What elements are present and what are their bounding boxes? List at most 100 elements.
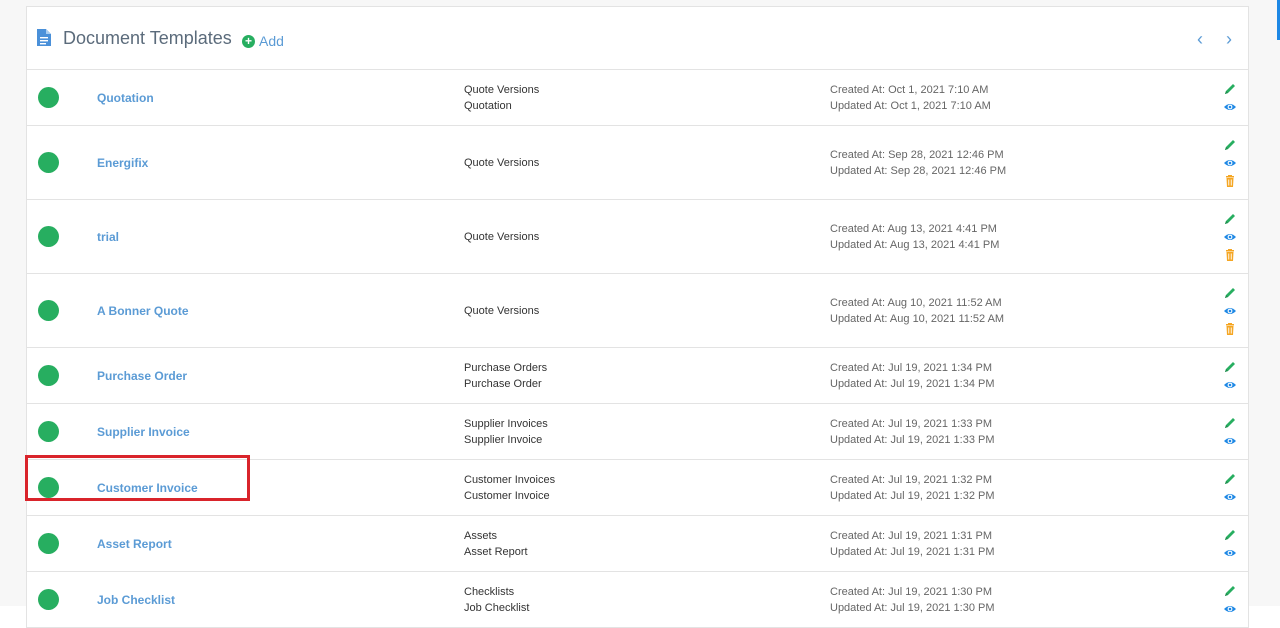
eye-icon[interactable] bbox=[1223, 434, 1237, 448]
template-dates: Created At: Oct 1, 2021 7:10 AM Updated A… bbox=[830, 82, 991, 114]
eye-icon[interactable] bbox=[1223, 304, 1237, 318]
updated-at-text: Updated At: Jul 19, 2021 1:30 PM bbox=[830, 602, 995, 614]
row-actions bbox=[1223, 360, 1237, 396]
template-dates: Created At: Jul 19, 2021 1:33 PM Updated … bbox=[830, 416, 995, 448]
updated-at-text: Updated At: Aug 10, 2021 11:52 AM bbox=[830, 313, 1005, 325]
template-dates: Created At: Jul 19, 2021 1:30 PM Updated … bbox=[830, 584, 995, 616]
row-actions bbox=[1223, 82, 1237, 118]
template-dates: Created At: Jul 19, 2021 1:31 PM Updated … bbox=[830, 528, 995, 560]
eye-icon[interactable] bbox=[1223, 490, 1237, 504]
row-actions bbox=[1223, 212, 1237, 266]
created-at-text: Created At: Jul 19, 2021 1:30 PM bbox=[830, 586, 993, 598]
add-template-button[interactable]: + Add bbox=[242, 33, 284, 49]
template-row: Job Checklist Checklists Job Checklist Crea… bbox=[27, 572, 1248, 628]
status-indicator bbox=[38, 87, 59, 108]
status-indicator bbox=[38, 152, 59, 173]
created-at-text: Created At: Sep 28, 2021 12:46 PM bbox=[830, 149, 1004, 161]
eye-icon[interactable] bbox=[1223, 378, 1237, 392]
module-label: Quote Versions bbox=[464, 231, 540, 243]
pencil-icon[interactable] bbox=[1223, 360, 1237, 374]
page-title: Document Templates bbox=[63, 28, 232, 48]
template-row: A Bonner Quote Quote Versions Created At: … bbox=[27, 274, 1248, 348]
status-indicator bbox=[38, 533, 59, 554]
module-label: Assets bbox=[464, 530, 498, 542]
template-name-link[interactable]: Job Checklist bbox=[97, 593, 175, 607]
row-actions bbox=[1223, 528, 1237, 564]
pencil-icon[interactable] bbox=[1223, 584, 1237, 598]
status-indicator bbox=[38, 226, 59, 247]
updated-at-text: Updated At: Jul 19, 2021 1:33 PM bbox=[830, 434, 995, 446]
pencil-icon[interactable] bbox=[1223, 212, 1237, 226]
updated-at-text: Updated At: Jul 19, 2021 1:32 PM bbox=[830, 490, 995, 502]
row-actions bbox=[1223, 286, 1237, 340]
template-modules: Quote Versions bbox=[464, 303, 539, 319]
module-label: Supplier Invoice bbox=[464, 434, 543, 446]
pencil-icon[interactable] bbox=[1223, 138, 1237, 152]
template-name-link[interactable]: trial bbox=[97, 230, 119, 244]
status-indicator bbox=[38, 421, 59, 442]
trash-icon[interactable] bbox=[1223, 248, 1237, 262]
module-label: Customer Invoice bbox=[464, 490, 550, 502]
template-modules: Assets Asset Report bbox=[464, 528, 528, 560]
eye-icon[interactable] bbox=[1223, 546, 1237, 560]
trash-icon[interactable] bbox=[1223, 322, 1237, 336]
status-indicator bbox=[38, 365, 59, 386]
template-dates: Created At: Jul 19, 2021 1:32 PM Updated … bbox=[830, 472, 995, 504]
trash-icon[interactable] bbox=[1223, 174, 1237, 188]
template-row: Supplier Invoice Supplier Invoices Supplie… bbox=[27, 404, 1248, 460]
template-dates: Created At: Aug 10, 2021 11:52 AM Updated… bbox=[830, 295, 1004, 327]
eye-icon[interactable] bbox=[1223, 100, 1237, 114]
document-templates-panel: Document Templates + Add ‹ › Quotation Qu… bbox=[26, 6, 1249, 628]
template-modules: Customer Invoices Customer Invoice bbox=[464, 472, 555, 504]
module-label: Job Checklist bbox=[464, 602, 530, 614]
module-label: Purchase Orders bbox=[464, 362, 548, 374]
chevron-left-icon[interactable]: ‹ bbox=[1197, 29, 1203, 50]
selection-highlight-box bbox=[25, 455, 250, 501]
module-label: Quotation bbox=[464, 100, 512, 112]
templates-list: Quotation Quote Versions Quotation Created … bbox=[27, 70, 1248, 628]
updated-at-text: Updated At: Jul 19, 2021 1:34 PM bbox=[830, 378, 995, 390]
created-at-text: Created At: Jul 19, 2021 1:31 PM bbox=[830, 530, 993, 542]
template-name-link[interactable]: Energifix bbox=[97, 156, 148, 170]
row-actions bbox=[1223, 416, 1237, 452]
template-row: Quotation Quote Versions Quotation Created … bbox=[27, 70, 1248, 126]
module-label: Quote Versions bbox=[464, 84, 540, 96]
updated-at-text: Updated At: Sep 28, 2021 12:46 PM bbox=[830, 165, 1007, 177]
created-at-text: Created At: Jul 19, 2021 1:34 PM bbox=[830, 362, 993, 374]
eye-icon[interactable] bbox=[1223, 156, 1237, 170]
template-dates: Created At: Jul 19, 2021 1:34 PM Updated … bbox=[830, 360, 995, 392]
module-label: Quote Versions bbox=[464, 305, 540, 317]
template-row: trial Quote Versions Created At: Aug 13, 2… bbox=[27, 200, 1248, 274]
updated-at-text: Updated At: Oct 1, 2021 7:10 AM bbox=[830, 100, 991, 112]
template-dates: Created At: Sep 28, 2021 12:46 PM Updated… bbox=[830, 147, 1006, 179]
template-dates: Created At: Aug 13, 2021 4:41 PM Updated … bbox=[830, 221, 999, 253]
eye-icon[interactable] bbox=[1223, 602, 1237, 616]
template-name-link[interactable]: Supplier Invoice bbox=[97, 425, 190, 439]
template-modules: Quote Versions Quotation bbox=[464, 82, 539, 114]
created-at-text: Created At: Aug 10, 2021 11:52 AM bbox=[830, 297, 1002, 309]
template-row: Energifix Quote Versions Created At: Sep 2… bbox=[27, 126, 1248, 200]
created-at-text: Created At: Oct 1, 2021 7:10 AM bbox=[830, 84, 989, 96]
eye-icon[interactable] bbox=[1223, 230, 1237, 244]
chevron-right-icon[interactable]: › bbox=[1226, 29, 1232, 50]
pencil-icon[interactable] bbox=[1223, 528, 1237, 542]
template-modules: Supplier Invoices Supplier Invoice bbox=[464, 416, 548, 448]
module-label: Supplier Invoices bbox=[464, 418, 548, 430]
created-at-text: Created At: Jul 19, 2021 1:32 PM bbox=[830, 474, 993, 486]
created-at-text: Created At: Jul 19, 2021 1:33 PM bbox=[830, 418, 993, 430]
template-name-link[interactable]: Purchase Order bbox=[97, 369, 187, 383]
template-name-link[interactable]: A Bonner Quote bbox=[97, 304, 189, 318]
pencil-icon[interactable] bbox=[1223, 286, 1237, 300]
row-actions bbox=[1223, 584, 1237, 620]
pencil-icon[interactable] bbox=[1223, 82, 1237, 96]
status-indicator bbox=[38, 300, 59, 321]
module-label: Quote Versions bbox=[464, 157, 540, 169]
template-modules: Purchase Orders Purchase Order bbox=[464, 360, 547, 392]
template-name-link[interactable]: Quotation bbox=[97, 91, 154, 105]
document-icon bbox=[37, 29, 51, 46]
template-name-link[interactable]: Asset Report bbox=[97, 537, 172, 551]
pencil-icon[interactable] bbox=[1223, 472, 1237, 486]
module-label: Asset Report bbox=[464, 546, 528, 558]
module-label: Purchase Order bbox=[464, 378, 542, 390]
pencil-icon[interactable] bbox=[1223, 416, 1237, 430]
